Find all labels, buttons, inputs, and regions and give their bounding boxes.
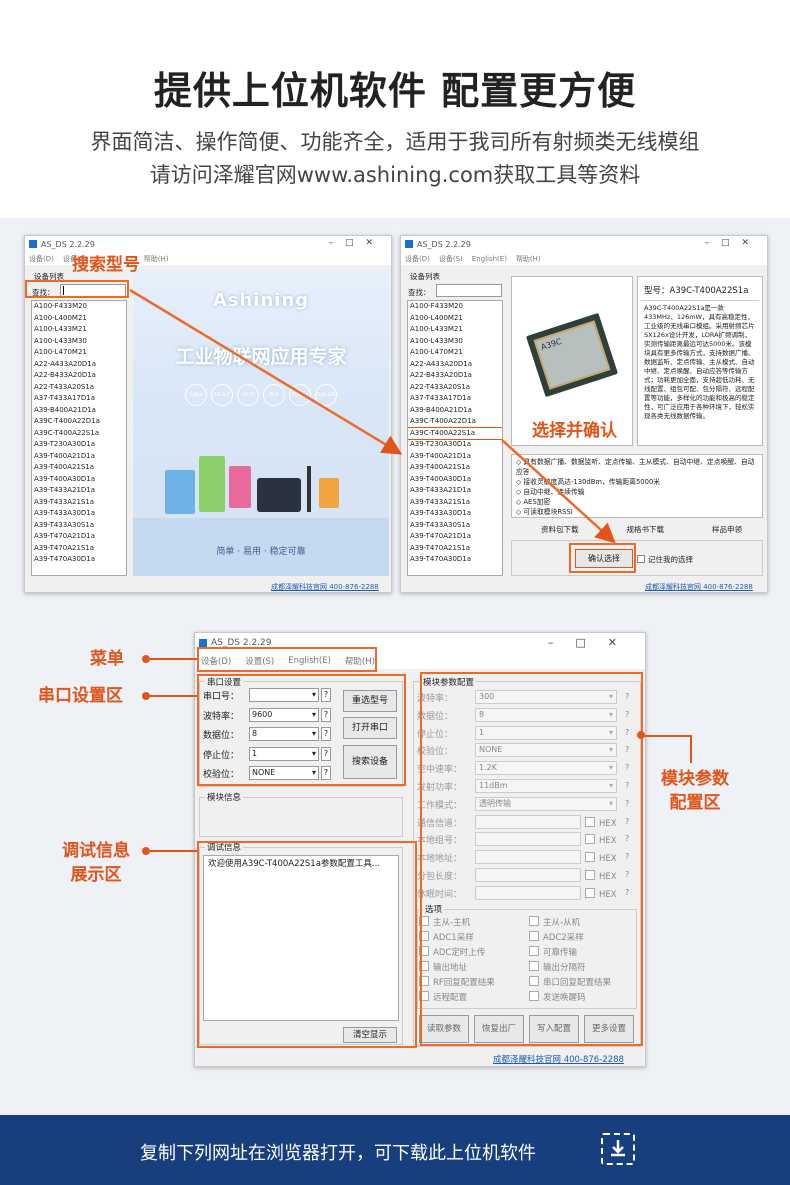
callout-debug-line1: 调试信息 (62, 841, 130, 861)
callout-debug-line2: 展示区 (70, 865, 122, 885)
highlight-serial (197, 674, 406, 786)
callout-dot (637, 731, 645, 739)
arrow-to-list (129, 288, 403, 455)
arrows (129, 288, 616, 544)
callout-line (643, 735, 691, 737)
module-info-title: 模块信息 (205, 791, 244, 803)
callout-line (150, 658, 197, 660)
callout-line (150, 850, 197, 852)
download-icon[interactable] (601, 1133, 635, 1165)
callout-params-line2: 配置区 (669, 793, 721, 813)
callout-line (690, 735, 692, 763)
callout-serial: 串口设置区 (38, 686, 123, 706)
module-info-group (199, 797, 403, 837)
callout-dot (142, 847, 150, 855)
website-link[interactable]: 成都泽耀科技官网 400-876-2288 (493, 1053, 624, 1065)
arrow-to-confirm (501, 439, 616, 544)
callout-debug: 调试信息 展示区 (56, 839, 136, 887)
highlight-params (420, 672, 643, 1046)
callout-line (150, 695, 197, 697)
callout-menu: 菜单 (90, 649, 124, 669)
footer-text: 复制下列网址在浏览器打开，可下载此上位机软件 (140, 1143, 536, 1164)
footer-banner: 复制下列网址在浏览器打开，可下载此上位机软件 (0, 1115, 790, 1185)
callout-dot (142, 692, 150, 700)
highlight-debug (197, 841, 417, 1048)
callout-params: 模块参数 配置区 (652, 767, 738, 815)
callout-dot (142, 655, 150, 663)
highlight-menu (197, 647, 377, 672)
app-icon (199, 639, 207, 647)
window-controls[interactable]: –□✕ (548, 636, 639, 649)
download-arrow-icon (611, 1140, 625, 1157)
callout-params-line1: 模块参数 (661, 769, 729, 789)
